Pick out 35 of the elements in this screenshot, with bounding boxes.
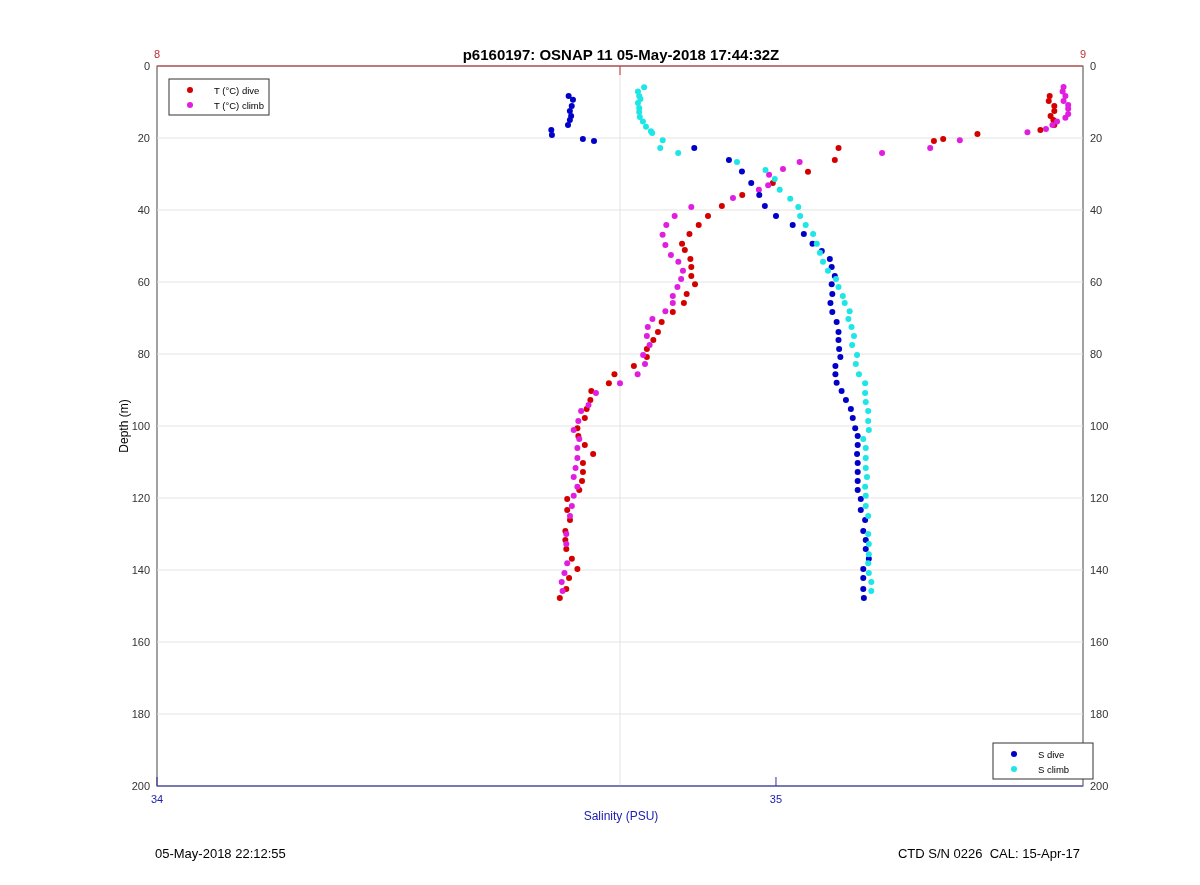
tick-label: 120 (1090, 492, 1109, 504)
timestamp-text: 05-May-2018 22:12:55 (155, 845, 286, 863)
tick-label: 20 (1090, 132, 1103, 144)
tick-label: 80 (1090, 348, 1103, 360)
y-axis-label: Depth (m) (117, 399, 131, 453)
tick-label: 140 (131, 564, 150, 576)
tick-label: 200 (131, 780, 150, 792)
tick-label: 160 (1090, 636, 1109, 648)
tick-label: 180 (1090, 708, 1109, 720)
tick-label: 40 (1090, 204, 1103, 216)
tick-label: 34 (150, 793, 164, 805)
tick-label: 140 (1090, 564, 1109, 576)
tick-label: 40 (137, 204, 150, 216)
tick-label: 35 (769, 793, 783, 805)
x-axis-label: Salinity (PSU) (583, 809, 659, 823)
tick-label: 60 (137, 276, 150, 288)
tick-label: 100 (131, 420, 150, 432)
tick-label: 200 (1090, 780, 1109, 792)
legend-label: S dive (1038, 748, 1065, 760)
legend-label: T (°C) climb (214, 99, 265, 111)
chart-title: p6160197: OSNAP 11 05-May-2018 17:44:32Z (462, 46, 780, 63)
tick-label: 60 (1090, 276, 1103, 288)
legend-label: S climb (1038, 763, 1070, 775)
tick-label: 120 (131, 492, 150, 504)
calibration-text: CTD S/N 0226 CAL: 15-Apr-17 (897, 845, 1080, 863)
tick-label: 160 (131, 636, 150, 648)
tick-label: 100 (1090, 420, 1109, 432)
tick-label: 20 (137, 132, 150, 144)
tick-label: 8 (153, 48, 161, 60)
legend-label: T (°C) dive (214, 84, 260, 96)
tick-label: 0 (1090, 60, 1097, 72)
tick-label: 9 (1079, 48, 1087, 60)
tick-label: 180 (131, 708, 150, 720)
tick-label: 0 (143, 60, 150, 72)
tick-label: 80 (137, 348, 150, 360)
